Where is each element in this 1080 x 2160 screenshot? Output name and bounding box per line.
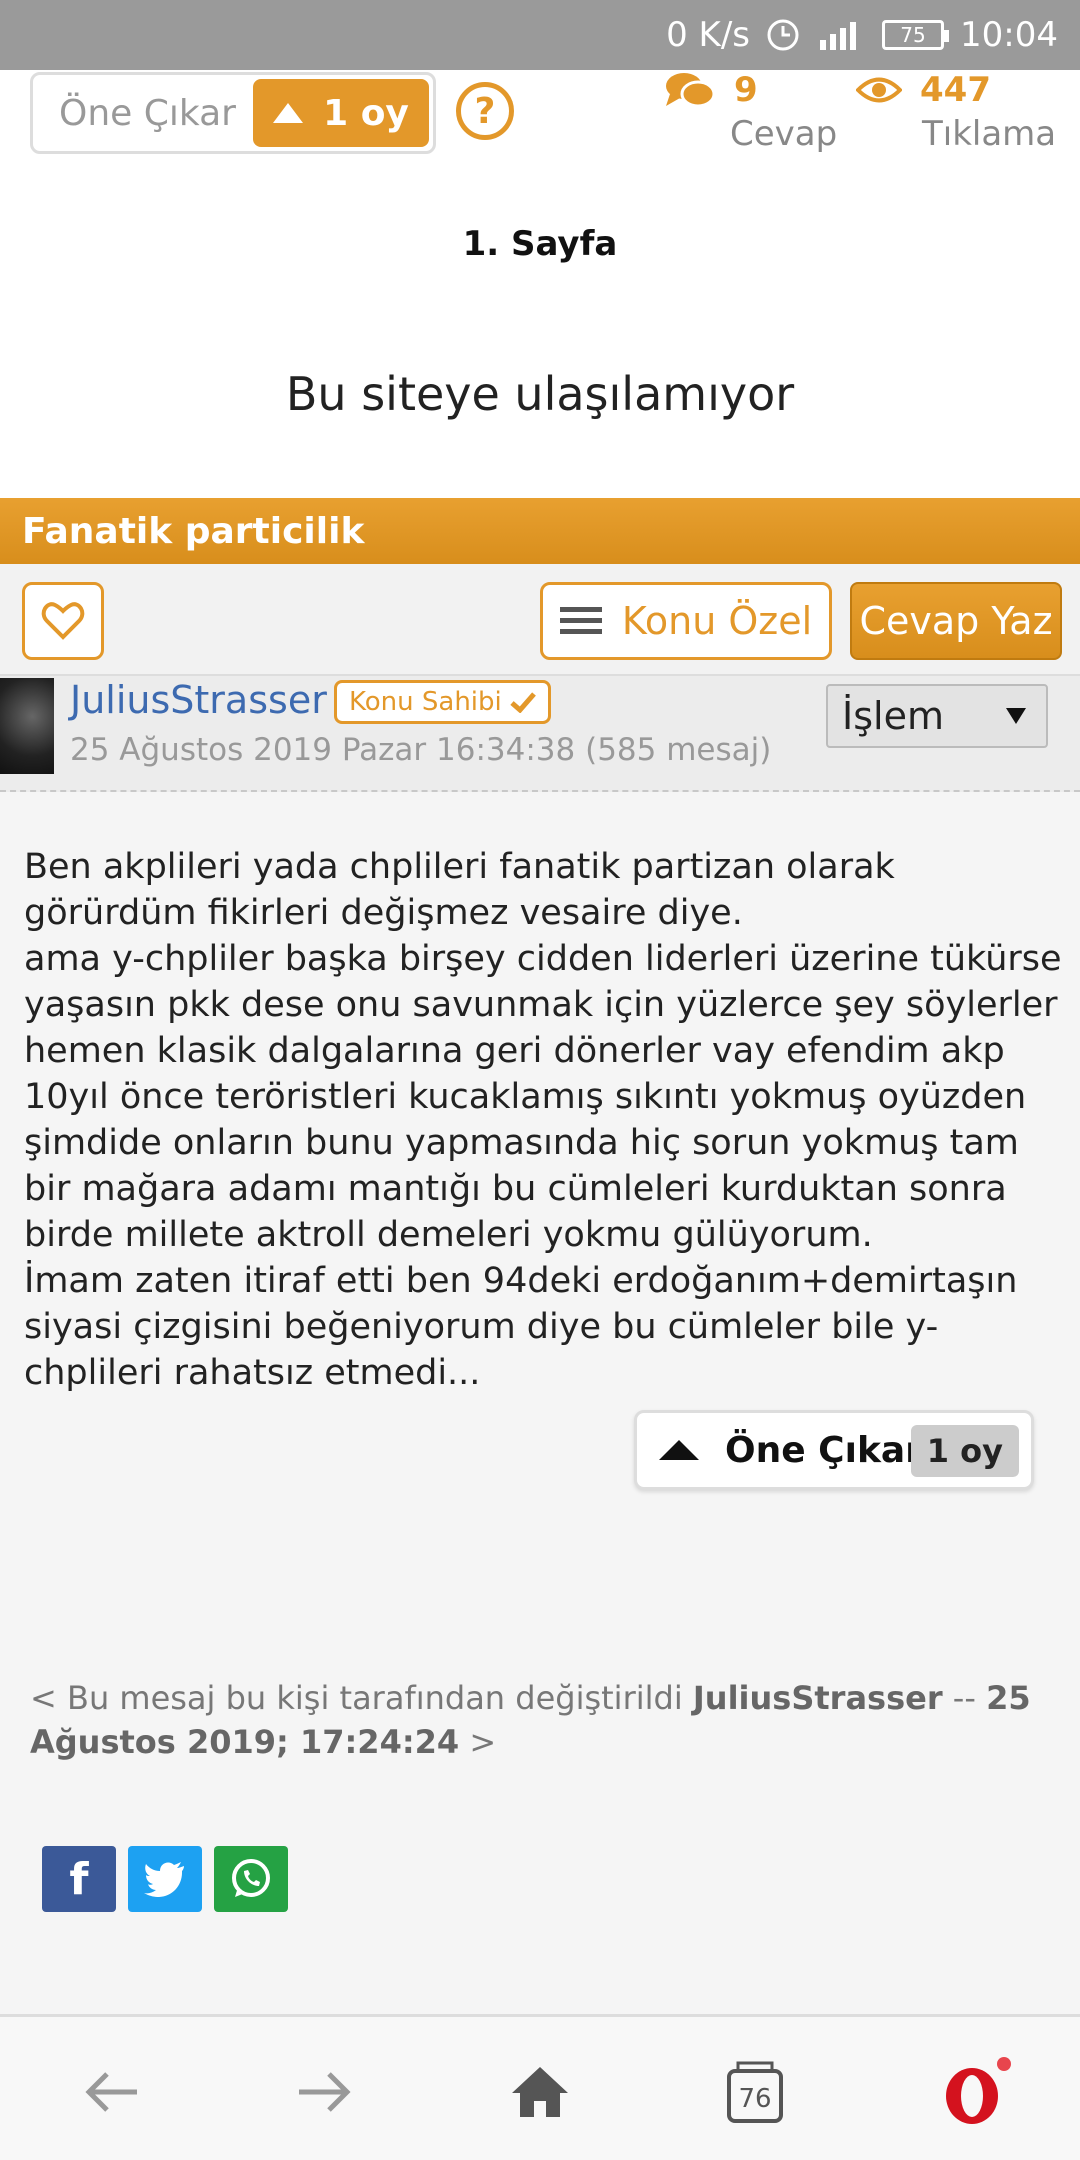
post-vote-count: 1 oy	[910, 1425, 1019, 1477]
post-header: JuliusStrasser Konu Sahibi 25 Ağustos 20…	[0, 676, 1080, 792]
twitter-share-button[interactable]	[128, 1846, 202, 1912]
post-line: İmam zaten itiraf etti ben 94deki erdoğa…	[24, 1261, 1018, 1301]
promote-vote-count: 1 oy	[323, 92, 409, 134]
signal-icon	[816, 18, 866, 52]
favorite-button[interactable]	[22, 582, 104, 660]
views-count: 447	[920, 70, 991, 110]
page-content: 1. Sayfa Bu siteye ulaşılamıyor	[0, 182, 1080, 498]
thread-stats-bar: Öne Çıkar 1 oy ? 9 Cevap 447 Tıklama	[0, 70, 1080, 182]
post-line: siyasi çizgisini beğeniyorum diye bu cüm…	[24, 1307, 939, 1347]
heart-icon	[41, 602, 85, 640]
replies-count: 9	[734, 70, 758, 110]
post-line: ama y-chpliler başka birşey cidden lider…	[24, 939, 1062, 979]
opera-menu-button[interactable]	[936, 2057, 1016, 2127]
site-unreachable-message: Bu siteye ulaşılamıyor	[285, 367, 795, 421]
home-icon	[512, 2067, 568, 2117]
checkmark-icon	[510, 692, 536, 713]
forward-button[interactable]	[290, 2057, 360, 2127]
thread-actions: Konu Özel Cevap Yaz	[0, 564, 1080, 676]
post-date: 25 Ağustos 2019 Pazar 16:34:38 (585 mesa…	[70, 732, 772, 768]
menu-icon	[559, 607, 602, 634]
reply-button[interactable]: Cevap Yaz	[850, 582, 1062, 660]
whatsapp-icon	[232, 1859, 270, 1897]
post-line: yaşasın pkk dese onu savunmak için yüzle…	[24, 985, 1058, 1025]
facebook-share-button[interactable]: f	[42, 1846, 116, 1912]
help-icon[interactable]: ?	[456, 82, 514, 140]
edit-sep: --	[942, 1679, 987, 1717]
home-button[interactable]	[505, 2057, 575, 2127]
back-button[interactable]	[76, 2057, 146, 2127]
thread-title: Fanatik particilik	[0, 498, 1080, 564]
post-line: şimdide onların bunu yapmasında hiç soru…	[24, 1123, 1019, 1163]
post-promote-label: Öne Çıkar	[725, 1429, 923, 1471]
replies-stat: 9 Cevap	[664, 70, 837, 154]
edit-note: < Bu mesaj bu kişi tarafından değiştiril…	[30, 1676, 1060, 1764]
post-line: birde millete aktroll demeleri yokmu gül…	[24, 1215, 873, 1255]
data-saver-icon	[766, 18, 800, 52]
avatar[interactable]	[0, 678, 54, 774]
status-bar: 0 K/s 75 10:04	[0, 0, 1080, 70]
username-link[interactable]: JuliusStrasser	[70, 678, 327, 722]
post-line: 10yıl önce teröristleri kucaklamış sıkın…	[24, 1077, 1027, 1117]
network-speed: 0 K/s	[666, 15, 751, 55]
facebook-icon: f	[69, 1853, 89, 1905]
post-line: görürdüm fikirleri değişmez vesaire diye…	[24, 893, 743, 933]
promote-vote-button[interactable]: 1 oy	[253, 79, 429, 147]
topic-owner-badge: Konu Sahibi	[334, 680, 551, 724]
tabs-icon: 76	[727, 2061, 783, 2123]
edit-prefix: < Bu mesaj bu kişi tarafından değiştiril…	[30, 1679, 693, 1717]
dropdown-arrow-icon	[1006, 708, 1026, 724]
up-arrow-icon	[273, 103, 304, 123]
post-line: Ben akplileri yada chplileri fanatik par…	[24, 847, 895, 887]
twitter-icon	[144, 1862, 184, 1897]
edit-suffix: >	[459, 1723, 497, 1761]
edit-user: JuliusStrasser	[692, 1679, 943, 1717]
views-stat: 447 Tıklama	[856, 70, 1056, 154]
promote-label: Öne Çıkar	[59, 92, 236, 134]
share-buttons: f	[42, 1846, 288, 1912]
replies-label: Cevap	[730, 114, 838, 154]
private-topic-label: Konu Özel	[621, 599, 813, 643]
post-promote-button[interactable]: Öne Çıkar 1 oy	[634, 1410, 1034, 1490]
up-arrow-icon	[659, 1440, 699, 1460]
tabs-count: 76	[738, 2084, 771, 2114]
actions-dropdown[interactable]: İşlem	[826, 684, 1048, 748]
browser-nav-bar: 76	[0, 2014, 1080, 2160]
eye-icon	[856, 77, 902, 103]
post-line: bir mağara adamı mantığı bu cümleleri ku…	[24, 1169, 1007, 1209]
battery-level: 75	[900, 23, 926, 47]
tabs-button[interactable]: 76	[720, 2057, 790, 2127]
clock: 10:04	[960, 15, 1058, 55]
back-arrow-icon	[85, 2072, 137, 2112]
page-number[interactable]: 1. Sayfa	[0, 224, 1080, 264]
actions-dropdown-label: İşlem	[842, 694, 944, 738]
battery-icon: 75	[882, 20, 950, 50]
forward-arrow-icon	[299, 2072, 351, 2112]
whatsapp-share-button[interactable]	[214, 1846, 288, 1912]
post-line: chplileri rahatsız etmedi...	[24, 1353, 481, 1393]
views-label: Tıklama	[922, 114, 1057, 154]
chat-bubbles-icon	[666, 73, 716, 108]
promote-box: Öne Çıkar 1 oy	[30, 72, 436, 154]
owner-badge-label: Konu Sahibi	[349, 687, 502, 717]
private-topic-button[interactable]: Konu Özel	[540, 582, 832, 660]
post-line: hemen klasik dalgalarına geri dönerler v…	[24, 1031, 1005, 1071]
opera-logo-icon	[946, 2057, 1011, 2124]
post-body: Ben akplileri yada chplileri fanatik par…	[24, 844, 1064, 1396]
